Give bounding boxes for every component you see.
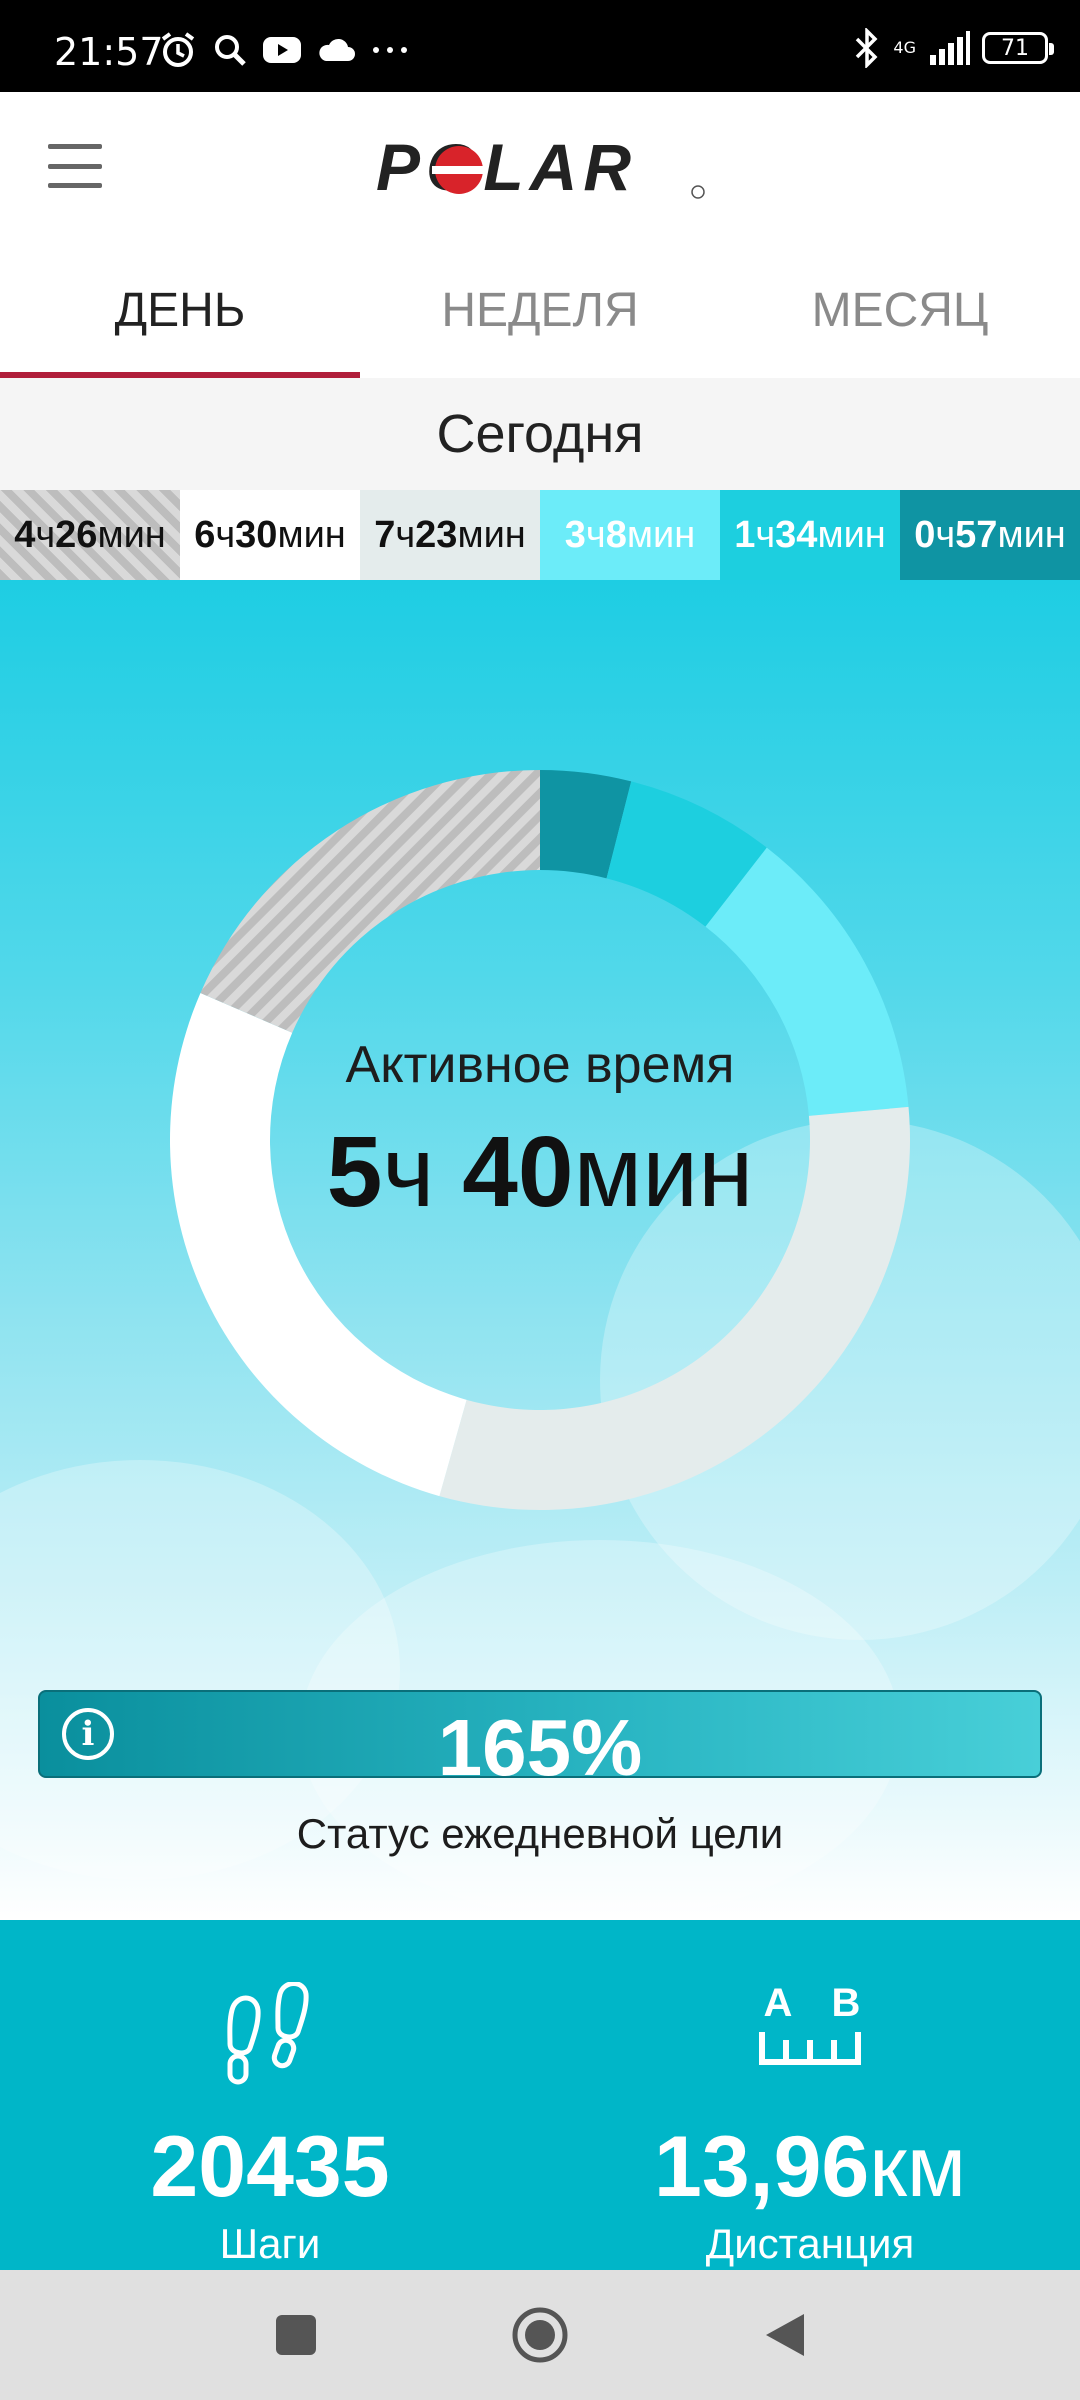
- activity-hero: Активное время 5ч 40мин i 165% Статус еж…: [0, 580, 1080, 1920]
- distance-icon-a: A: [764, 1981, 793, 2025]
- period-tabs: ДЕНЬ НЕДЕЛЯ МЕСЯЦ: [0, 242, 1080, 378]
- logo-text: POLAR: [376, 136, 637, 200]
- daily-goal-label: Статус ежедневной цели: [296, 1810, 784, 1857]
- zone-moderate[interactable]: 3 ч 8 мин: [540, 490, 720, 580]
- distance-icon-b: B: [832, 1981, 861, 2025]
- home-button[interactable]: [510, 2305, 570, 2365]
- circle-icon: [512, 2307, 568, 2363]
- distance-label: Дистанция: [705, 2220, 915, 2267]
- hamburger-menu-icon[interactable]: [48, 144, 102, 188]
- daily-goal-bar[interactable]: i 165%: [38, 1690, 1042, 1778]
- distance-value: 13,96км: [654, 2119, 966, 2215]
- zone-light[interactable]: 7 ч 23 мин: [360, 490, 540, 580]
- alarm-icon: [161, 32, 195, 67]
- more-icon: [373, 47, 407, 53]
- search-icon: [215, 35, 246, 66]
- bluetooth-icon: [856, 28, 878, 68]
- network-type: 4G: [893, 38, 916, 57]
- zone-very-high[interactable]: 0 ч 57 мин: [900, 490, 1080, 580]
- daily-goal-percent: 165%: [437, 1703, 643, 1778]
- active-time-label: Активное время: [345, 1036, 735, 1094]
- signal-icon: [930, 31, 970, 65]
- footsteps-icon: [227, 1982, 309, 2085]
- activity-zones-strip: 4 ч 26 мин 6 ч 30 мин 7 ч 23 мин 3 ч 8 мин 1 ч 34 мин 0…: [0, 490, 1080, 580]
- distance-icon: A B: [759, 1981, 861, 2065]
- tab-week[interactable]: НЕДЕЛЯ: [360, 242, 720, 378]
- polar-logo: POLAR: [376, 136, 705, 200]
- steps-value: 20435: [150, 2119, 390, 2215]
- zone-high[interactable]: 1 ч 34 мин: [720, 490, 900, 580]
- zone-sitting[interactable]: 4 ч 26 мин: [0, 490, 180, 580]
- system-nav-bar: [0, 2270, 1080, 2400]
- cloud-icon: [319, 38, 355, 61]
- status-icons-left: [158, 30, 410, 70]
- status-time: 21:57: [54, 30, 164, 74]
- status-icons-right: 4G 71: [853, 26, 1054, 70]
- triangle-back-icon: [766, 2314, 804, 2356]
- day-label: Сегодня: [436, 404, 644, 464]
- zone-rest[interactable]: 6 ч 30 мин: [180, 490, 360, 580]
- distance-stat[interactable]: A B 13,96км Дистанция: [540, 1920, 1080, 2270]
- status-bar: 21:57 4G 71: [0, 0, 1080, 92]
- steps-label: Шаги: [219, 2220, 321, 2267]
- youtube-icon: [263, 37, 301, 63]
- steps-stat[interactable]: 20435 Шаги: [0, 1920, 540, 2270]
- battery-level: 71: [1001, 35, 1029, 61]
- stats-panel: 20435 Шаги A B 13,96км Дистанция: [0, 1920, 1080, 2270]
- square-icon: [276, 2315, 316, 2355]
- app-bar: POLAR: [0, 92, 1080, 242]
- donut-segment-sitting: [200, 770, 540, 1033]
- active-time-value: 5ч 40мин: [326, 1116, 754, 1228]
- day-selector[interactable]: Сегодня: [0, 378, 1080, 490]
- back-button[interactable]: [754, 2305, 814, 2365]
- tab-month[interactable]: МЕСЯЦ: [720, 242, 1080, 378]
- battery-icon: 71: [982, 32, 1054, 64]
- tab-day[interactable]: ДЕНЬ: [0, 242, 360, 378]
- recents-button[interactable]: [266, 2305, 326, 2365]
